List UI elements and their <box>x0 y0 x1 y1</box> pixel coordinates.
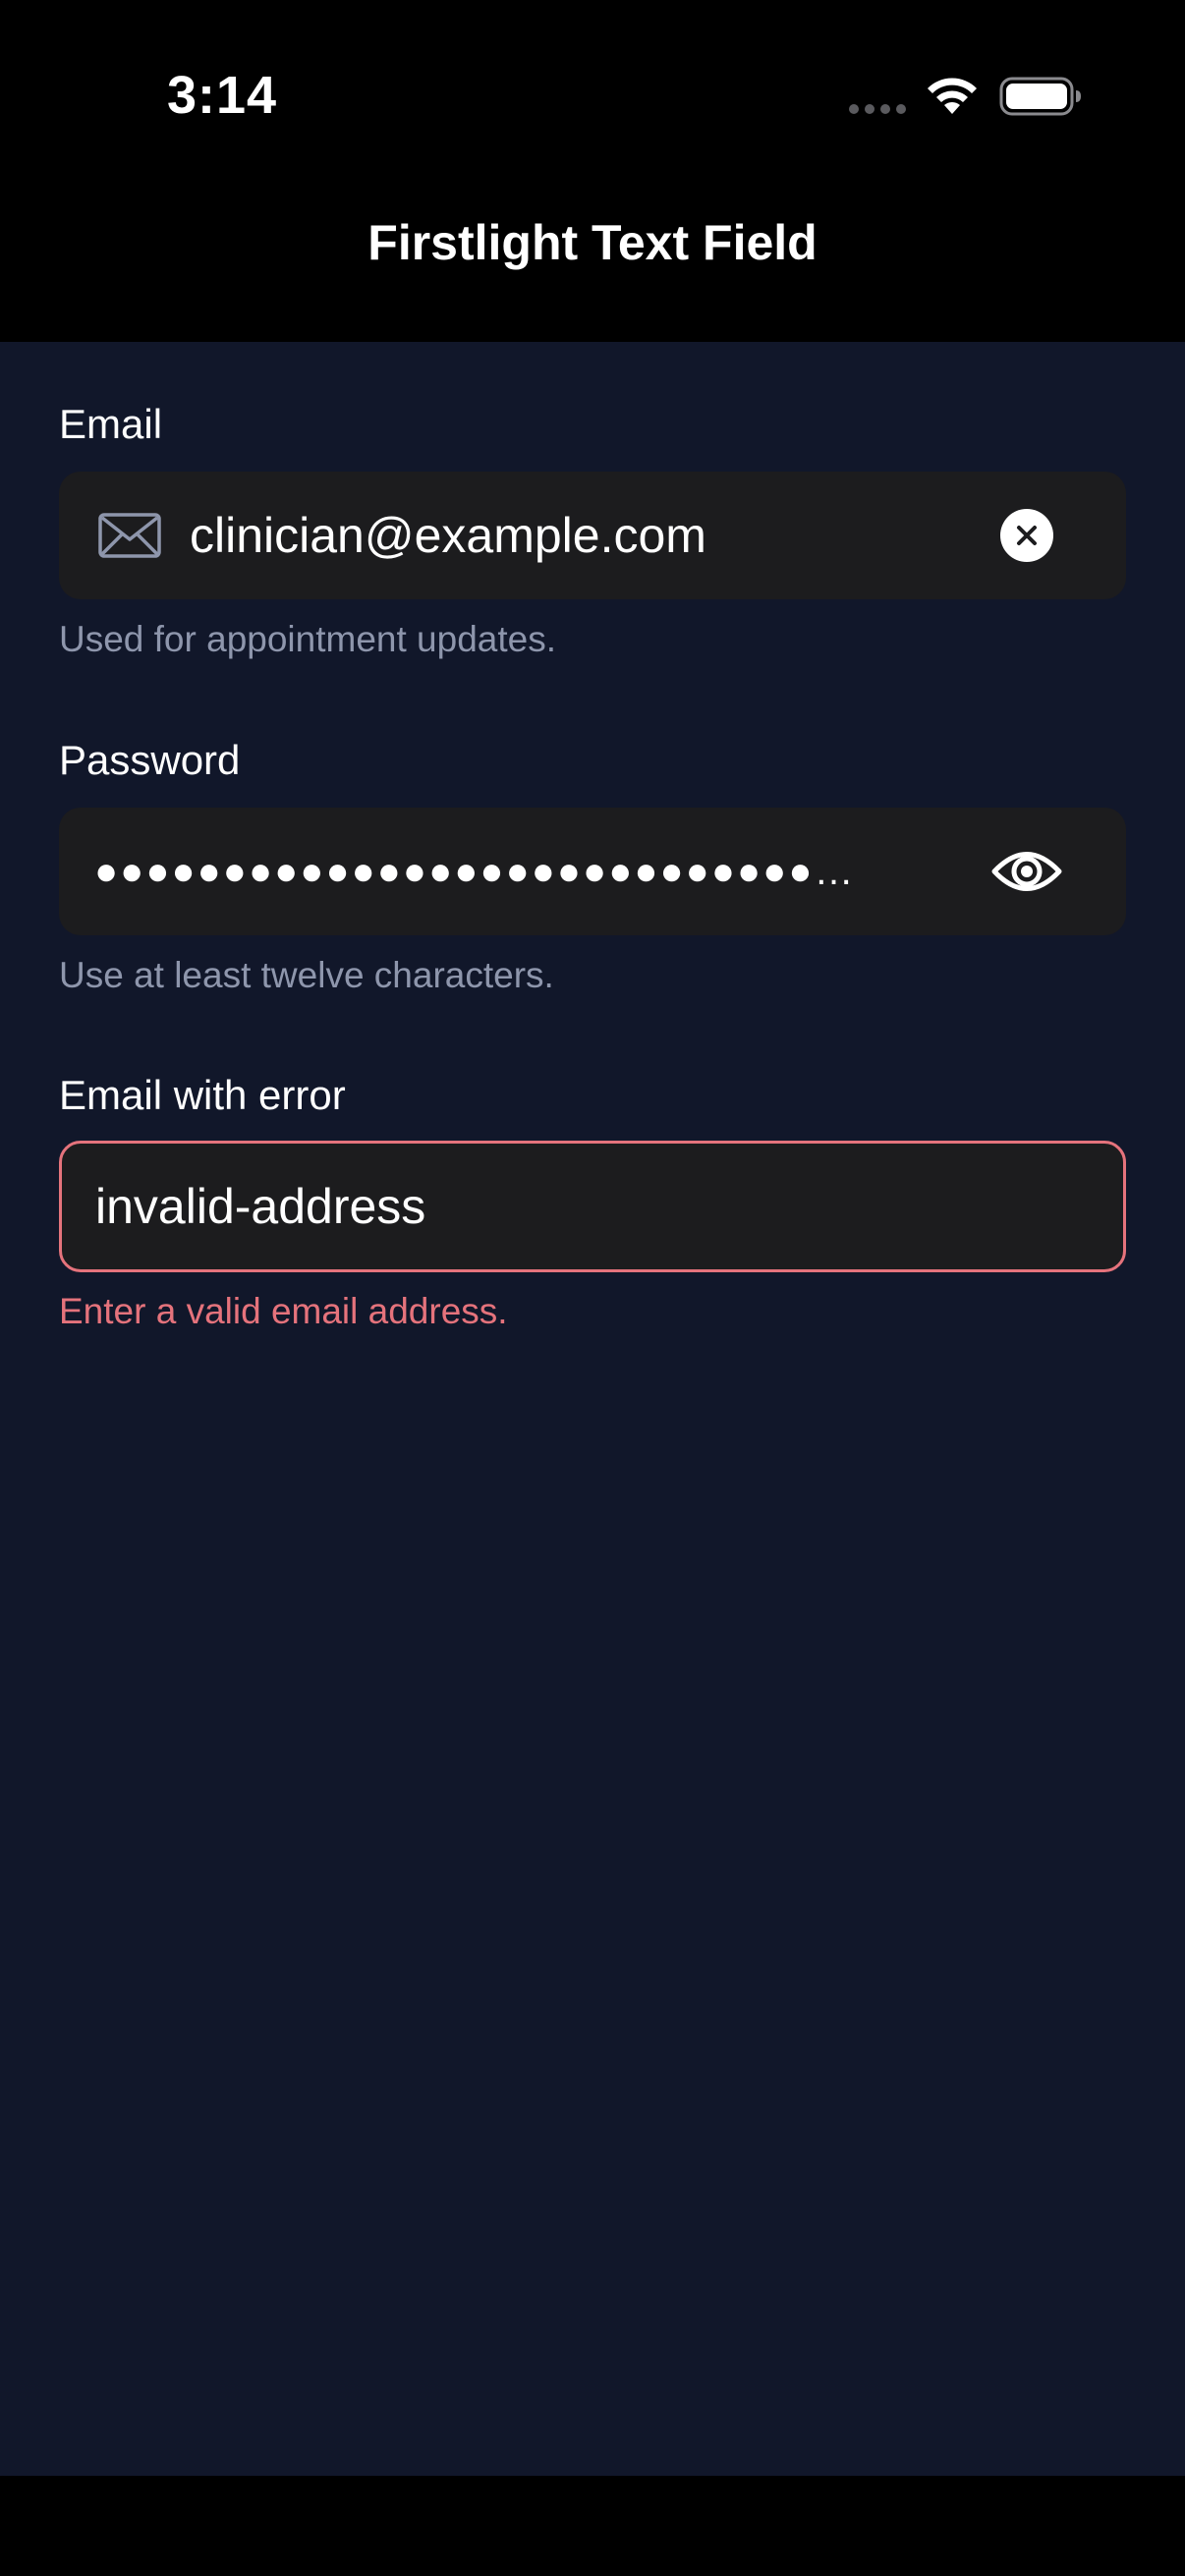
bottom-safe-area <box>0 2476 1185 2576</box>
eye-icon[interactable] <box>990 843 1063 900</box>
page-title: Firstlight Text Field <box>367 215 818 270</box>
envelope-icon <box>98 513 161 558</box>
password-label: Password <box>59 737 241 783</box>
clear-text-button[interactable] <box>1000 509 1053 562</box>
battery-icon <box>999 77 1081 116</box>
email-field[interactable]: clinician@example.com <box>59 472 1126 599</box>
email-label: Email <box>59 401 163 447</box>
email-error-field-value[interactable]: invalid-address <box>95 1144 1078 1269</box>
email-helper-text: Used for appointment updates. <box>59 619 556 659</box>
clear-circle-icon <box>1017 526 1037 545</box>
password-field[interactable]: ●●●●●●●●●●●●●●●●●●●●●●●●●●●●… <box>59 808 1126 935</box>
status-bar: 3:14 <box>0 0 1185 187</box>
email-error-label: Email with error <box>59 1072 346 1118</box>
wifi-icon <box>928 78 977 114</box>
status-time: 3:14 <box>167 66 278 125</box>
cellular-signal-icon <box>849 104 906 114</box>
form-content: Email clinician@example.com Used for app… <box>0 342 1185 2476</box>
email-field-value[interactable]: clinician@example.com <box>190 472 976 599</box>
password-field-value[interactable]: ●●●●●●●●●●●●●●●●●●●●●●●●●●●●… <box>94 808 979 935</box>
password-helper-text: Use at least twelve characters. <box>59 955 554 995</box>
screen: 3:14 Firstlight Text Field Email clinici… <box>0 0 1185 2576</box>
navigation-header: Firstlight Text Field <box>0 187 1185 342</box>
email-error-message: Enter a valid email address. <box>59 1291 508 1331</box>
email-error-field[interactable]: invalid-address <box>59 1141 1126 1272</box>
